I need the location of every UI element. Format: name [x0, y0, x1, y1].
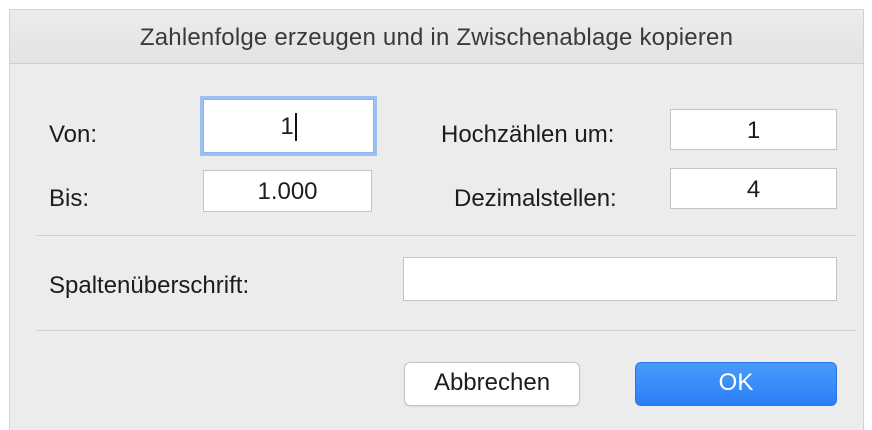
step-input[interactable]: 1	[670, 109, 837, 150]
bis-value: 1.000	[257, 177, 318, 205]
von-value: 1	[280, 112, 294, 140]
title-bar[interactable]: Zahlenfolge erzeugen und in Zwischenabla…	[10, 10, 863, 64]
step-value: 1	[746, 116, 761, 144]
separator-top	[36, 235, 856, 236]
text-caret	[294, 112, 297, 141]
cancel-button[interactable]: Abbrechen	[404, 362, 580, 406]
header-label: Spaltenüberschrift:	[49, 272, 250, 299]
von-input[interactable]: 1	[203, 99, 374, 153]
dialog-title: Zahlenfolge erzeugen und in Zwischenabla…	[139, 24, 734, 51]
step-label: Hochzählen um:	[441, 121, 615, 148]
separator-bottom	[36, 330, 856, 331]
dialog-window: Zahlenfolge erzeugen und in Zwischenabla…	[9, 9, 864, 430]
decimals-value: 4	[746, 175, 761, 203]
decimals-label: Dezimalstellen:	[454, 185, 617, 212]
bis-input[interactable]: 1.000	[203, 170, 372, 212]
decimals-input[interactable]: 4	[670, 168, 837, 209]
column-header-input[interactable]	[403, 257, 837, 301]
von-label: Von:	[49, 121, 98, 148]
ok-button[interactable]: OK	[635, 362, 837, 406]
bis-label: Bis:	[49, 185, 90, 212]
